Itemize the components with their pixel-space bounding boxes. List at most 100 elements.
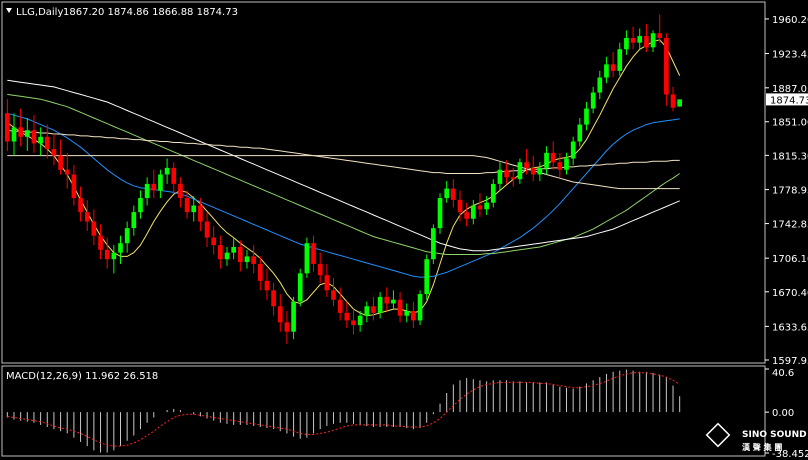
candle-body	[364, 306, 370, 316]
price-tick-label: 1670.40	[772, 288, 808, 299]
price-tick-label: 1597.95	[772, 356, 808, 367]
candle-body	[344, 312, 350, 321]
price-tick-label: 1706.10	[772, 254, 808, 265]
candle-body	[504, 169, 509, 178]
candle-body	[617, 49, 623, 71]
watermark-line1: SINO SOUND	[742, 430, 807, 440]
candle-body	[131, 212, 137, 229]
candle-body	[277, 306, 283, 323]
candle-body	[377, 296, 383, 313]
candle-body	[158, 174, 163, 191]
candle-body	[4, 113, 10, 142]
candle-body	[224, 252, 230, 260]
candle-body	[304, 243, 310, 274]
price-tick-label: 1742.85	[772, 220, 808, 231]
candle-body	[138, 198, 143, 213]
candle-body	[257, 263, 263, 281]
candle-body	[64, 169, 70, 175]
candle-body	[397, 299, 403, 316]
candle-body	[530, 167, 536, 175]
candle-body	[457, 199, 463, 213]
price-tick-label: 1633.65	[772, 322, 808, 333]
candle-body	[324, 275, 330, 291]
candle-body	[584, 108, 589, 125]
candle-body	[664, 37, 669, 95]
candle-body	[191, 205, 197, 213]
candle-body	[31, 130, 37, 144]
candle-body	[264, 280, 270, 291]
price-chart: 1960.20 1923.45 1887.05 1851.00 1815.30 1778.…	[0, 0, 808, 460]
candle-body	[291, 301, 296, 332]
candle-body	[351, 320, 356, 326]
candle-body	[58, 155, 63, 170]
candle-body	[630, 37, 636, 43]
candle-body	[444, 188, 450, 199]
candle-body	[271, 290, 276, 307]
candle-body	[111, 252, 117, 260]
candle-body	[44, 136, 50, 150]
candle-body	[537, 167, 543, 175]
price-tick-label: 1960.20	[772, 15, 808, 26]
candle-body	[424, 259, 430, 295]
candle-body	[464, 212, 469, 219]
candle-body	[118, 243, 123, 253]
macd-tick-label: 0.00	[772, 408, 794, 419]
candle-body	[38, 136, 43, 144]
candle-body	[91, 221, 97, 236]
candle-body	[371, 306, 376, 313]
candle-body	[184, 198, 190, 213]
candle-body	[677, 99, 683, 107]
candle-body	[164, 167, 170, 175]
candle-body	[557, 162, 563, 170]
candle-body	[171, 167, 177, 184]
chart-background	[0, 0, 808, 460]
candle-body	[637, 36, 643, 43]
candle-body	[550, 152, 556, 163]
candle-body	[384, 296, 390, 304]
candle-body	[284, 322, 290, 332]
candle-body	[198, 205, 203, 222]
candle-body	[577, 124, 583, 142]
candle-body	[431, 228, 436, 260]
candle-body	[437, 198, 443, 229]
candle-body	[237, 246, 243, 263]
candle-body	[211, 237, 217, 246]
candle-body	[644, 36, 649, 48]
candle-body	[144, 183, 150, 199]
candle-body	[84, 212, 90, 222]
candle-body	[604, 64, 609, 78]
candle-body	[670, 94, 676, 108]
price-tick-label: 1887.05	[772, 84, 808, 95]
candle-body	[218, 245, 223, 260]
candle-body	[624, 37, 629, 50]
candle-body	[297, 273, 303, 302]
macd-label: MACD(12,26,9) 11.962 26.518	[6, 371, 158, 382]
candle-body	[244, 256, 250, 263]
price-tick-label: 1778.95	[772, 186, 808, 197]
price-tick-label: 1815.30	[772, 151, 808, 162]
candle-body	[510, 177, 516, 180]
candle-body	[497, 169, 503, 184]
candle-body	[317, 263, 323, 276]
ohlc-values: 1867.20 1874.86 1866.88 1874.73	[63, 7, 238, 18]
candle-body	[544, 152, 549, 168]
candle-body	[391, 299, 396, 304]
candle-body	[524, 162, 529, 168]
candle-body	[417, 294, 423, 321]
candle-body	[517, 162, 523, 180]
candle-body	[51, 149, 57, 156]
candle-body	[411, 310, 416, 321]
candle-body	[570, 141, 576, 159]
candle-body	[657, 33, 663, 38]
candle-body	[98, 235, 103, 250]
watermark-line2: 漢 聲 集 團	[742, 442, 782, 452]
candle-body	[311, 243, 316, 264]
candle-body	[484, 202, 489, 210]
candle-body	[78, 198, 83, 213]
candle-body	[204, 221, 210, 238]
price-tick-label: 1851.00	[772, 118, 808, 129]
macd-tick-label: 40.6	[772, 368, 794, 379]
current-price-label: 1874.73	[770, 95, 808, 106]
candle-body	[231, 246, 236, 253]
candle-body	[24, 130, 30, 137]
